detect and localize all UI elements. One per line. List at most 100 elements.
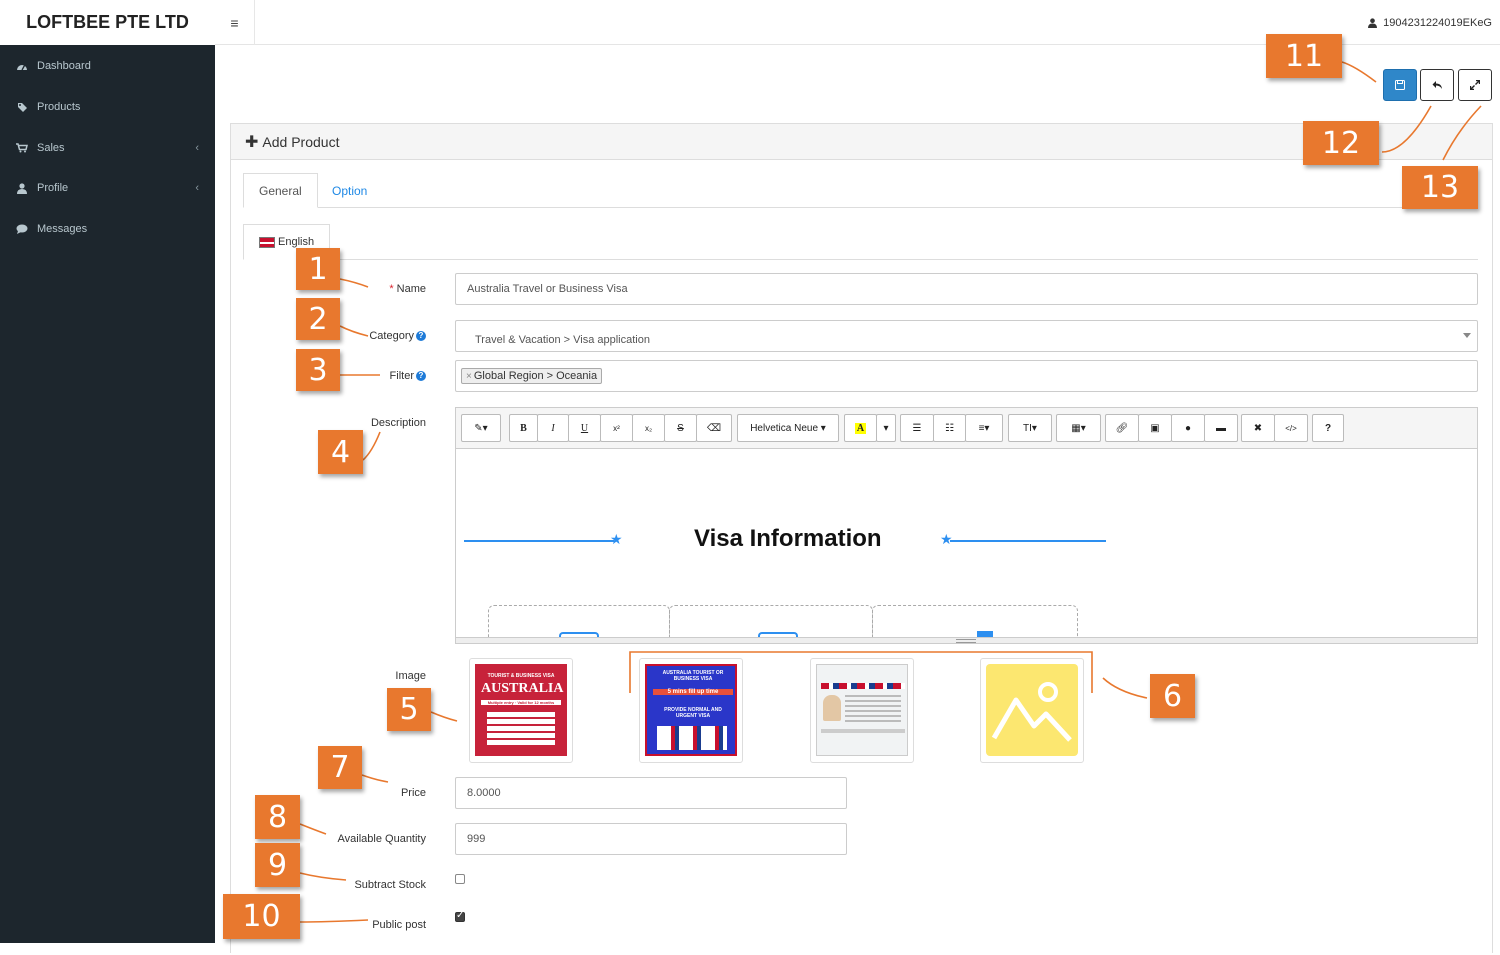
help-button[interactable]: ? — [1312, 414, 1344, 442]
filter-chip[interactable]: × Global Region > Oceania — [461, 368, 603, 384]
save-icon — [1395, 80, 1405, 90]
product-image-placeholder[interactable] — [980, 658, 1084, 763]
unordered-list-button[interactable]: ☰ — [900, 414, 934, 442]
link-button[interactable]: 🔗︎ — [1105, 414, 1139, 442]
form-tabs: General Option — [243, 173, 1478, 208]
fullscreen-editor-button[interactable]: ✖ — [1241, 414, 1275, 442]
thumbnail-image: TOURIST & BUSINESS VISA AUSTRALIA Multip… — [475, 664, 567, 756]
chevron-left-icon: ‹ — [195, 142, 199, 154]
minus-icon: ▬ — [1216, 422, 1226, 434]
callout-4: 4 — [318, 430, 363, 474]
ordered-list-button[interactable]: ☷ — [933, 414, 966, 442]
link-icon: 🔗︎ — [1115, 422, 1129, 434]
font-family-select[interactable]: Helvetica Neue ▾ — [737, 414, 839, 442]
subtract-stock-checkbox[interactable] — [455, 874, 465, 884]
sidebar-item-label: Messages — [37, 223, 88, 235]
app-root: LOFTBEE PTE LTD Dashboard Products Sales… — [0, 0, 1500, 955]
horizontal-rule-button[interactable]: ▬ — [1204, 414, 1238, 442]
callout-3: 3 — [296, 349, 340, 391]
category-value: Travel & Vacation > Visa application — [475, 334, 650, 346]
decorative-line — [950, 540, 1106, 542]
product-image-3[interactable] — [810, 658, 914, 763]
image-button[interactable]: ▣ — [1138, 414, 1172, 442]
sidebar-item-profile[interactable]: Profile ‹ — [0, 168, 215, 208]
underline-button[interactable]: U — [568, 414, 601, 442]
description-label: Description — [370, 417, 426, 429]
font-color-button[interactable]: A — [844, 414, 877, 442]
strikethrough-button[interactable]: S — [664, 414, 697, 442]
caret-down-icon: ▾ — [883, 422, 889, 434]
product-image-main[interactable]: TOURIST & BUSINESS VISA AUSTRALIA Multip… — [469, 658, 573, 763]
code-view-button[interactable]: </> — [1274, 414, 1308, 442]
table-button[interactable]: ▦▾ — [1056, 414, 1101, 442]
brand-logo[interactable]: LOFTBEE PTE LTD — [0, 0, 215, 45]
sidebar-item-label: Products — [37, 101, 81, 113]
superscript-button[interactable]: x² — [600, 414, 633, 442]
help-icon[interactable]: ? — [416, 331, 426, 342]
description-editor: ✎▾ B I U x² x₂ S ⌫ Helvetica Neue ▾ A ▾ … — [455, 407, 1478, 644]
bold-button[interactable]: B — [509, 414, 538, 442]
callout-12: 12 — [1303, 121, 1379, 165]
content-box — [872, 605, 1078, 637]
italic-button[interactable]: I — [537, 414, 569, 442]
cart-icon — [15, 143, 29, 153]
subscript-button[interactable]: x₂ — [632, 414, 665, 442]
color-dropdown-button[interactable]: ▾ — [876, 414, 896, 442]
style-button[interactable]: ✎▾ — [461, 414, 501, 442]
user-menu[interactable]: 1904231224019EKeG — [1368, 0, 1492, 45]
list-ul-icon: ☰ — [912, 422, 922, 434]
code-icon: </> — [1285, 423, 1297, 433]
arrows-icon: ✖ — [1253, 422, 1263, 434]
text-color-icon: A — [854, 422, 867, 434]
video-button[interactable]: ● — [1171, 414, 1205, 442]
hamburger-icon[interactable]: ≡ — [215, 0, 255, 45]
back-button[interactable] — [1420, 69, 1454, 101]
tag-icon — [15, 102, 29, 113]
user-name: 1904231224019EKeG — [1383, 16, 1492, 29]
sidebar-item-products[interactable]: Products — [0, 87, 215, 127]
price-input[interactable]: 8.0000 — [455, 777, 847, 809]
grip-icon — [956, 639, 976, 643]
decorative-line — [464, 540, 614, 542]
image-label: Image — [395, 670, 426, 682]
save-button[interactable] — [1383, 69, 1417, 101]
name-input[interactable]: Australia Travel or Business Visa — [455, 273, 1478, 305]
eraser-button[interactable]: ⌫ — [696, 414, 732, 442]
paragraph-align-button[interactable]: ≡▾ — [965, 414, 1003, 442]
editor-toolbar: ✎▾ B I U x² x₂ S ⌫ Helvetica Neue ▾ A ▾ … — [456, 408, 1477, 449]
editor-resize-handle[interactable] — [456, 637, 1477, 643]
content-heading: Visa Information — [694, 525, 882, 552]
product-image-2[interactable]: AUSTRALIA TOURIST OR BUSINESS VISA 5 min… — [639, 658, 743, 763]
user-icon — [1368, 17, 1378, 28]
chevron-left-icon: ‹ — [195, 182, 199, 194]
placeholder-image-icon — [986, 664, 1078, 756]
sidebar-item-sales[interactable]: Sales ‹ — [0, 128, 215, 168]
sidebar-item-messages[interactable]: Messages — [0, 209, 215, 249]
fullscreen-button[interactable] — [1458, 69, 1492, 101]
reply-icon — [1432, 81, 1442, 89]
callout-9: 9 — [255, 843, 300, 887]
filter-input[interactable]: × Global Region > Oceania — [455, 360, 1478, 392]
text-height-icon: TI▾ — [1023, 422, 1037, 434]
quantity-input[interactable]: 999 — [455, 823, 847, 855]
help-icon[interactable]: ? — [416, 371, 426, 382]
thumbnail-image: AUSTRALIA TOURIST OR BUSINESS VISA 5 min… — [645, 664, 737, 756]
line-height-button[interactable]: TI▾ — [1008, 414, 1052, 442]
language-tabs: English — [243, 224, 1478, 260]
expand-icon — [1470, 80, 1480, 90]
sidebar-item-dashboard[interactable]: Dashboard — [0, 46, 215, 86]
tab-general[interactable]: General — [243, 173, 318, 208]
dashboard-icon — [15, 61, 29, 71]
category-select[interactable]: Travel & Vacation > Visa application — [455, 320, 1478, 352]
callout-6: 6 — [1150, 674, 1195, 718]
plus-icon: ✚ — [245, 133, 259, 151]
chevron-down-icon — [1463, 333, 1471, 338]
picture-icon: ▣ — [1150, 422, 1160, 434]
tab-option[interactable]: Option — [317, 173, 382, 208]
required-marker: * — [389, 283, 397, 295]
panel-title: Add Product — [262, 133, 340, 150]
editor-content[interactable]: ★ Visa Information ★ — [456, 449, 1477, 637]
remove-icon[interactable]: × — [466, 371, 472, 382]
public-post-checkbox[interactable] — [455, 910, 465, 922]
eraser-icon: ⌫ — [706, 422, 722, 434]
